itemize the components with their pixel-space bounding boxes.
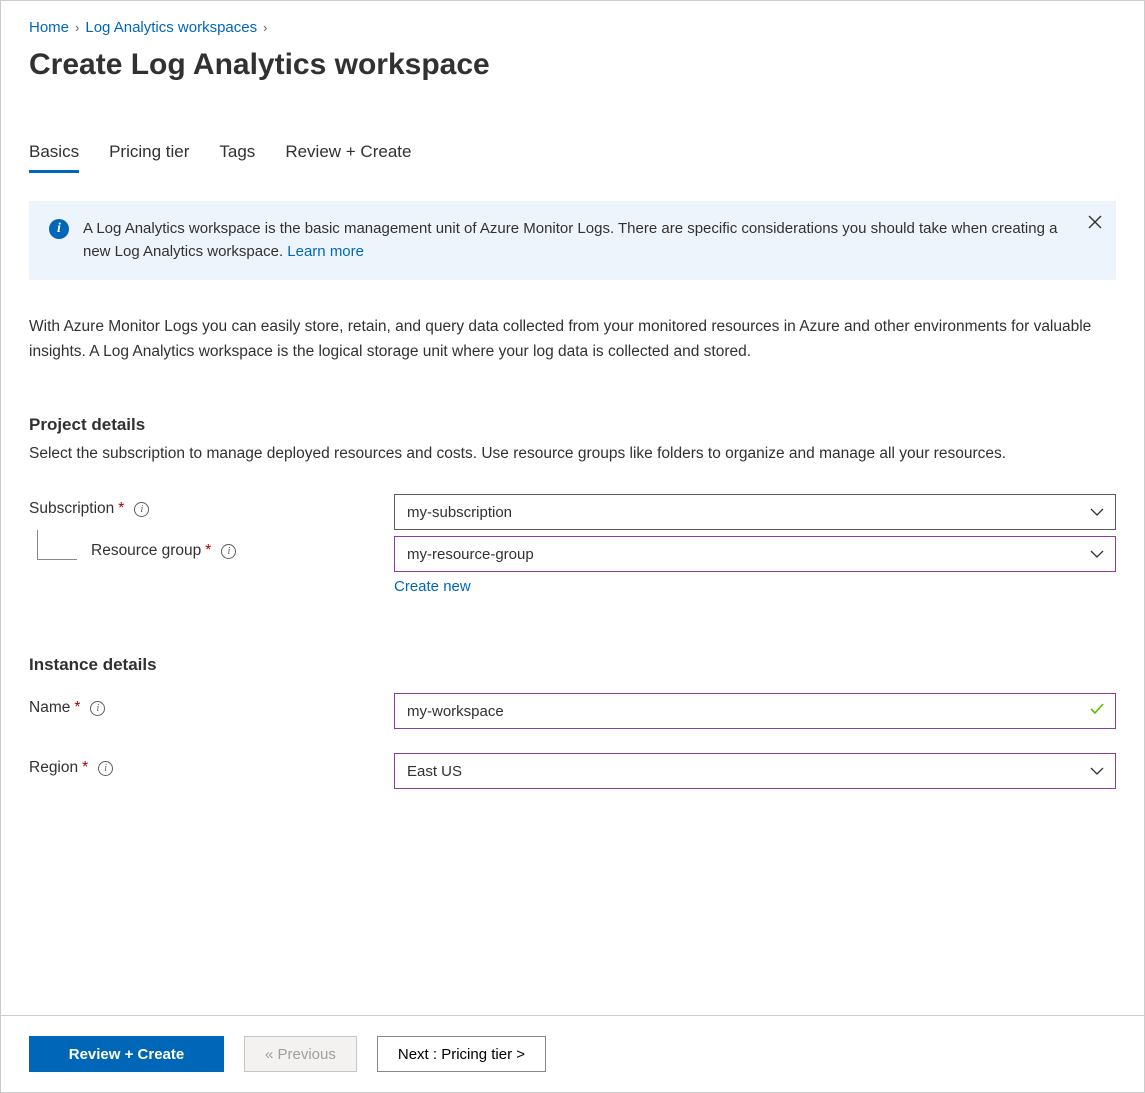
tab-review-create[interactable]: Review + Create xyxy=(285,142,411,173)
subscription-row: Subscription * i my-subscription xyxy=(29,494,1116,530)
info-icon: i xyxy=(49,219,69,239)
required-asterisk: * xyxy=(118,500,124,518)
name-value: my-workspace xyxy=(407,703,504,720)
subscription-label: Subscription xyxy=(29,500,114,518)
resource-group-value: my-resource-group xyxy=(407,546,534,563)
region-label-cell: Region * i xyxy=(29,753,394,777)
description-text: With Azure Monitor Logs you can easily s… xyxy=(29,314,1116,365)
name-input-cell: my-workspace xyxy=(394,693,1116,729)
chevron-down-icon xyxy=(1089,763,1105,779)
chevron-down-icon xyxy=(1089,546,1105,562)
resource-group-label-cell: Resource group * i xyxy=(29,536,394,560)
required-asterisk: * xyxy=(205,542,211,560)
footer: Review + Create « Previous Next : Pricin… xyxy=(1,1015,1144,1092)
name-input[interactable]: my-workspace xyxy=(394,693,1116,729)
region-label: Region xyxy=(29,759,78,777)
create-new-link[interactable]: Create new xyxy=(394,578,471,595)
tab-basics[interactable]: Basics xyxy=(29,142,79,173)
region-select[interactable]: East US xyxy=(394,753,1116,789)
subscription-input-cell: my-subscription xyxy=(394,494,1116,530)
region-row: Region * i East US xyxy=(29,753,1116,789)
close-icon[interactable] xyxy=(1088,215,1102,233)
info-tooltip-icon[interactable]: i xyxy=(134,502,149,517)
required-asterisk: * xyxy=(82,759,88,777)
chevron-right-icon: › xyxy=(75,20,79,35)
breadcrumb-workspaces[interactable]: Log Analytics workspaces xyxy=(85,19,257,36)
project-details-heading: Project details xyxy=(29,415,1116,435)
next-button[interactable]: Next : Pricing tier > xyxy=(377,1036,546,1072)
info-banner: i A Log Analytics workspace is the basic… xyxy=(29,201,1116,280)
name-label: Name xyxy=(29,699,70,717)
resource-group-row: Resource group * i my-resource-group Cre… xyxy=(29,536,1116,595)
tab-pricing-tier[interactable]: Pricing tier xyxy=(109,142,189,173)
checkmark-icon xyxy=(1089,701,1105,721)
tab-tags[interactable]: Tags xyxy=(219,142,255,173)
breadcrumb-home[interactable]: Home xyxy=(29,19,69,36)
info-tooltip-icon[interactable]: i xyxy=(98,761,113,776)
region-input-cell: East US xyxy=(394,753,1116,789)
subscription-value: my-subscription xyxy=(407,504,512,521)
region-value: East US xyxy=(407,763,462,780)
info-banner-text: A Log Analytics workspace is the basic m… xyxy=(83,217,1068,264)
info-tooltip-icon[interactable]: i xyxy=(221,544,236,559)
chevron-right-icon: › xyxy=(263,20,267,35)
subscription-select[interactable]: my-subscription xyxy=(394,494,1116,530)
subscription-label-cell: Subscription * i xyxy=(29,494,394,518)
resource-group-label: Resource group xyxy=(91,542,201,560)
required-asterisk: * xyxy=(74,699,80,717)
info-tooltip-icon[interactable]: i xyxy=(90,701,105,716)
name-label-cell: Name * i xyxy=(29,693,394,717)
tabs: Basics Pricing tier Tags Review + Create xyxy=(29,142,1116,173)
resource-group-select[interactable]: my-resource-group xyxy=(394,536,1116,572)
instance-details-heading: Instance details xyxy=(29,655,1116,675)
chevron-down-icon xyxy=(1089,504,1105,520)
project-details-sub: Select the subscription to manage deploy… xyxy=(29,441,1116,467)
learn-more-link[interactable]: Learn more xyxy=(287,243,364,260)
breadcrumb: Home › Log Analytics workspaces › xyxy=(29,19,1116,36)
name-row: Name * i my-workspace xyxy=(29,693,1116,729)
create-workspace-page: Home › Log Analytics workspaces › Create… xyxy=(0,0,1145,1093)
main-content: Home › Log Analytics workspaces › Create… xyxy=(1,1,1144,1015)
resource-group-input-cell: my-resource-group Create new xyxy=(394,536,1116,595)
info-banner-message: A Log Analytics workspace is the basic m… xyxy=(83,220,1057,260)
previous-button: « Previous xyxy=(244,1036,357,1072)
review-create-button[interactable]: Review + Create xyxy=(29,1036,224,1072)
page-title: Create Log Analytics workspace xyxy=(29,48,1116,82)
